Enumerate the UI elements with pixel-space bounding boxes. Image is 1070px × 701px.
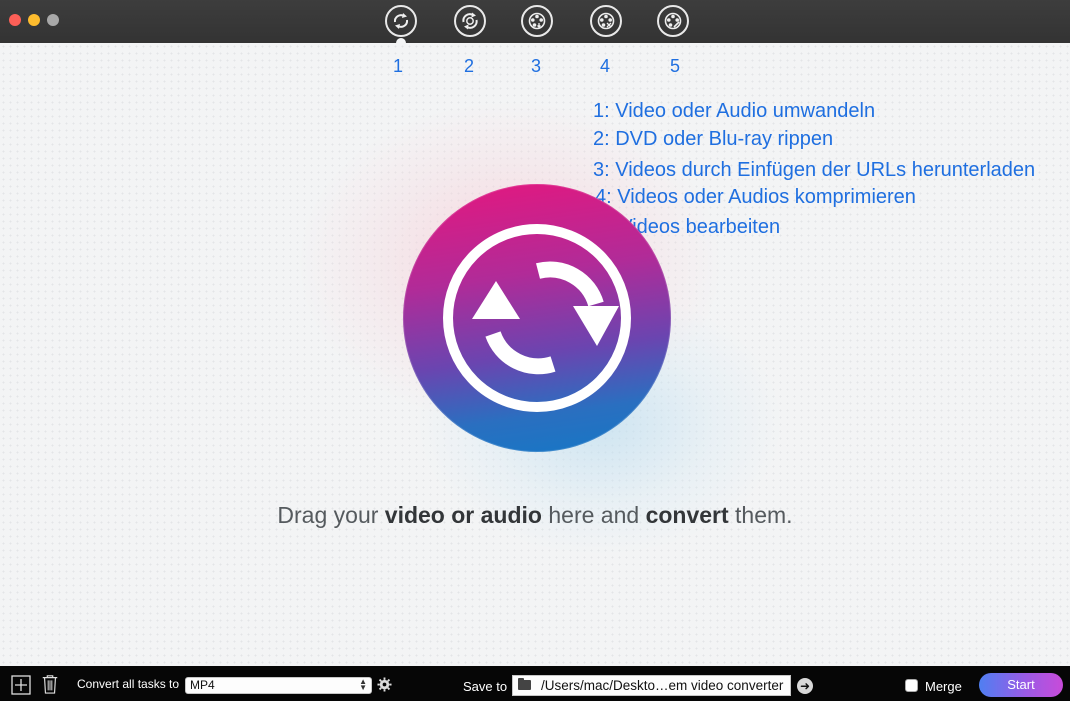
window-close-button[interactable] — [9, 14, 21, 26]
gear-icon[interactable] — [377, 677, 392, 692]
drag-instruction-text: Drag your video or audio here and conver… — [0, 502, 1070, 529]
annotation-legend-1: 1: Video oder Audio umwandeln — [593, 100, 876, 122]
annotation-number-2: 2 — [464, 56, 475, 76]
window-minimize-button[interactable] — [28, 14, 40, 26]
open-folder-arrow-button[interactable]: ➜ — [797, 678, 813, 694]
tool-rip-button[interactable] — [454, 5, 486, 37]
convert-icon — [393, 13, 409, 29]
convert-all-label: Convert all tasks to — [77, 677, 180, 691]
merge-label: Merge — [925, 679, 962, 694]
drag-text-part1: Drag your — [277, 502, 385, 528]
drag-text-part3: them. — [728, 502, 793, 528]
save-to-label: Save to — [463, 679, 508, 694]
compress-film-icon — [597, 12, 615, 30]
save-path-text: /Users/mac/Deskto…em video converter — [541, 678, 784, 693]
convert-arrows-icon — [472, 261, 619, 375]
merge-checkbox[interactable] — [905, 679, 918, 692]
output-format-value: MP4 — [190, 678, 215, 692]
annotation-legend-3: 3: Videos durch Einfügen der URLs herunt… — [593, 159, 1036, 181]
save-path-field[interactable]: /Users/mac/Deskto…em video converter — [512, 675, 791, 696]
start-button[interactable]: Start — [979, 673, 1063, 697]
tool-edit-button[interactable] — [657, 5, 689, 37]
output-format-select[interactable]: MP4 ▲ ▼ — [185, 677, 372, 694]
tool-compress-button[interactable] — [590, 5, 622, 37]
tool-convert-button[interactable] — [385, 5, 417, 43]
annotation-number-5: 5 — [670, 56, 681, 76]
edit-film-icon — [664, 12, 682, 30]
rip-disc-icon — [462, 12, 478, 30]
add-media-circle-button[interactable] — [403, 184, 671, 452]
annotation-number-1: 1 — [393, 56, 404, 76]
window-zoom-button[interactable] — [47, 14, 59, 26]
folder-icon — [518, 678, 531, 690]
arrow-right-icon: ➜ — [799, 679, 811, 693]
drag-text-bold2: convert — [645, 502, 729, 528]
annotation-number-3: 3 — [531, 56, 542, 76]
drag-text-part2: here and — [541, 502, 646, 528]
title-bar — [0, 0, 1070, 43]
trash-icon[interactable] — [40, 674, 60, 694]
annotation-number-4: 4 — [600, 56, 611, 76]
add-file-icon[interactable] — [11, 675, 31, 695]
tool-download-button[interactable] — [521, 5, 553, 37]
select-arrows-icon: ▲ ▼ — [359, 677, 367, 692]
download-film-icon — [528, 12, 546, 30]
drag-text-bold1: video or audio — [384, 502, 542, 528]
annotation-legend-2: 2: DVD oder Blu-ray rippen — [593, 128, 834, 150]
